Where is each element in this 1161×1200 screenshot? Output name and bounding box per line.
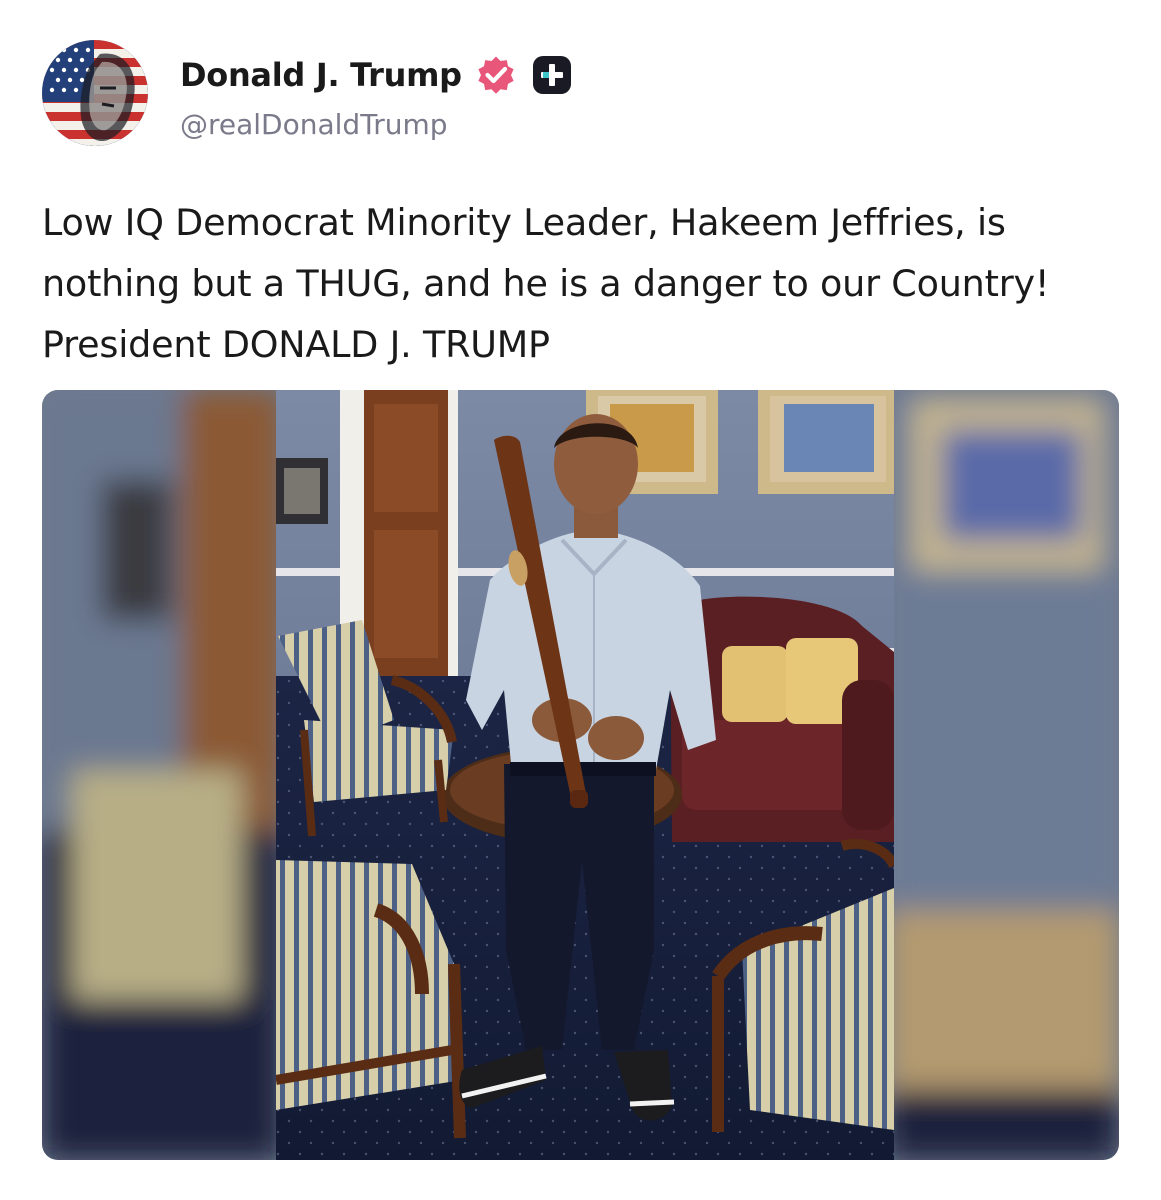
photo-man-holding-baseball-bat-icon [42, 390, 1119, 1160]
plus-badge-icon [530, 53, 574, 97]
verified-badge-icon [474, 53, 518, 97]
post-media-photo[interactable] [42, 390, 1119, 1160]
author-avatar[interactable] [42, 40, 148, 146]
avatar-flag-portrait-icon [42, 40, 148, 146]
author-name-row: Donald J. Trump [180, 50, 574, 100]
author-display-name[interactable]: Donald J. Trump [180, 56, 462, 94]
post-text: Low IQ Democrat Minority Leader, Hakeem … [42, 201, 1050, 366]
author-handle[interactable]: @realDonaldTrump [180, 108, 448, 141]
post-header: Donald J. Trump @realDonaldTrump [42, 40, 1122, 150]
